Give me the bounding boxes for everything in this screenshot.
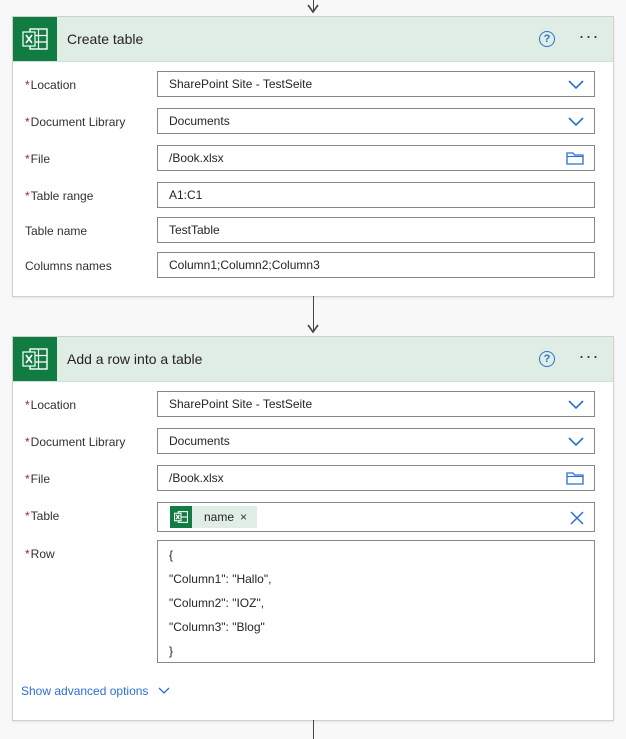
json-line: } (169, 644, 174, 658)
field-value: A1:C1 (169, 188, 203, 202)
columns-names-input[interactable]: Column1;Column2;Column3 (157, 252, 595, 278)
file-input[interactable]: /Book.xlsx (157, 465, 595, 491)
excel-icon (13, 337, 57, 381)
table-name-input[interactable]: TestTable (157, 217, 595, 243)
chevron-down-icon[interactable] (568, 77, 584, 91)
table-input[interactable]: name × (157, 502, 595, 532)
field-label: *Location (25, 398, 77, 412)
arrow-down-icon (307, 4, 319, 14)
field-label: *Table (25, 509, 60, 523)
document-library-dropdown[interactable]: Documents (157, 428, 595, 454)
more-options-icon[interactable]: ··· (577, 347, 601, 369)
chevron-down-icon[interactable] (568, 397, 584, 411)
card-title: Add a row into a table (67, 351, 203, 367)
field-value: Documents (169, 114, 230, 128)
field-value: TestTable (169, 223, 220, 237)
help-icon[interactable]: ? (539, 31, 555, 47)
field-table: *Table name × (13, 501, 613, 533)
field-value: SharePoint Site - TestSeite (169, 397, 313, 411)
field-value: SharePoint Site - TestSeite (169, 77, 313, 91)
json-line: "Column2": "IOZ", (169, 596, 265, 610)
field-label: *Row (25, 547, 55, 561)
field-row: *Row { "Column1": "Hallo", "Column2": "I… (13, 539, 613, 665)
connector-line-bottom (313, 720, 314, 739)
more-options-icon[interactable]: ··· (577, 27, 601, 49)
create-table-card: Create table ? ··· *Location SharePoint … (12, 16, 614, 297)
json-line: "Column1": "Hallo", (169, 572, 272, 586)
folder-icon[interactable] (566, 471, 584, 485)
token-label: name (204, 510, 235, 524)
field-label: *File (25, 152, 51, 166)
chevron-down-icon[interactable] (568, 114, 584, 128)
location-dropdown[interactable]: SharePoint Site - TestSeite (157, 391, 595, 417)
field-value: /Book.xlsx (169, 151, 224, 165)
field-label: *Document Library (25, 115, 126, 129)
field-label: *Location (25, 78, 77, 92)
chevron-down-icon[interactable] (568, 434, 584, 448)
table-range-input[interactable]: A1:C1 (157, 182, 595, 208)
show-advanced-options-link[interactable]: Show advanced options (21, 684, 170, 698)
card-title: Create table (67, 31, 144, 47)
dynamic-content-token[interactable]: name × (170, 506, 258, 528)
json-line: { (169, 548, 174, 562)
field-location: *Location SharePoint Site - TestSeite (13, 70, 613, 100)
field-table-range: *Table range A1:C1 (13, 181, 613, 211)
field-label: *File (25, 472, 51, 486)
card-header[interactable]: Create table ? ··· (13, 17, 613, 62)
add-row-card: Add a row into a table ? ··· *Location S… (12, 336, 614, 721)
field-value: Column1;Column2;Column3 (169, 258, 320, 272)
field-document-library: *Document Library Documents (13, 427, 613, 457)
row-json-textarea[interactable]: { "Column1": "Hallo", "Column2": "IOZ", … (157, 540, 595, 663)
field-label: Table name (25, 224, 88, 238)
field-table-name: Table name TestTable (13, 216, 613, 246)
card-header[interactable]: Add a row into a table ? ··· (13, 337, 613, 382)
document-library-dropdown[interactable]: Documents (157, 108, 595, 134)
location-dropdown[interactable]: SharePoint Site - TestSeite (157, 71, 595, 97)
help-icon[interactable]: ? (539, 351, 555, 367)
field-columns-names: Columns names Column1;Column2;Column3 (13, 251, 613, 281)
excel-icon (13, 17, 57, 61)
field-value: /Book.xlsx (169, 471, 224, 485)
chevron-down-icon (158, 687, 170, 694)
field-label: *Table range (25, 189, 94, 203)
field-label: Columns names (25, 259, 112, 273)
excel-icon (170, 506, 192, 528)
field-location: *Location SharePoint Site - TestSeite (13, 390, 613, 420)
json-line: "Column3": "Blog" (169, 620, 265, 634)
field-document-library: *Document Library Documents (13, 107, 613, 137)
field-file: *File /Book.xlsx (13, 144, 613, 174)
token-remove-icon[interactable]: × (240, 510, 257, 524)
field-value: Documents (169, 434, 230, 448)
field-file: *File /Book.xlsx (13, 464, 613, 494)
field-label: *Document Library (25, 435, 126, 449)
file-input[interactable]: /Book.xlsx (157, 145, 595, 171)
clear-icon[interactable] (570, 511, 584, 525)
folder-icon[interactable] (566, 151, 584, 165)
arrow-down-icon (307, 324, 319, 334)
